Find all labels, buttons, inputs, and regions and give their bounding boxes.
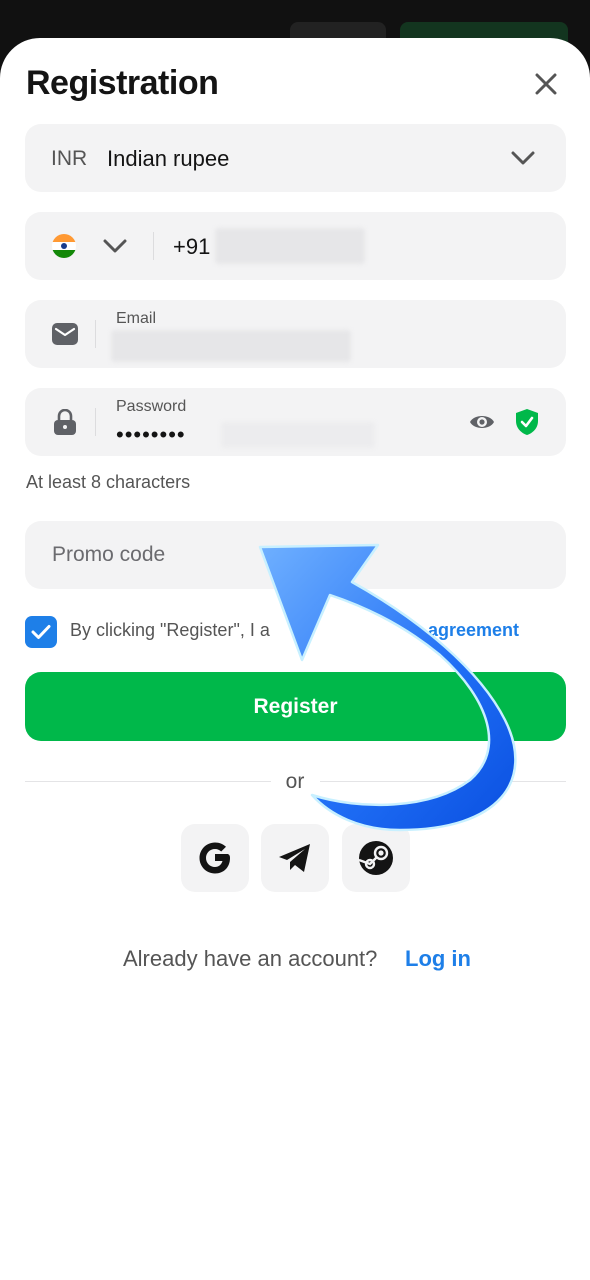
show-password-button[interactable] xyxy=(468,410,496,434)
india-flag-icon xyxy=(52,234,76,258)
password-blur xyxy=(221,422,375,448)
agreement-link[interactable]: agreement xyxy=(428,620,519,641)
promo-code-placeholder: Promo code xyxy=(52,543,166,566)
login-link[interactable]: Log in xyxy=(405,946,471,972)
close-icon xyxy=(535,73,557,95)
steam-login-button[interactable] xyxy=(342,824,410,892)
close-button[interactable] xyxy=(528,66,564,102)
telegram-icon xyxy=(279,844,310,872)
currency-code: INR xyxy=(51,147,88,170)
steam-icon xyxy=(358,841,393,875)
agreement-text: By clicking "Register", I a xyxy=(70,620,270,640)
divider xyxy=(153,232,154,260)
phone-prefix: +91 xyxy=(173,234,211,259)
shield-check-icon xyxy=(516,409,538,435)
or-divider-text: or xyxy=(285,770,305,793)
phone-field: +91 xyxy=(25,212,566,280)
currency-select[interactable]: INR Indian rupee xyxy=(25,124,566,192)
currency-name: Indian rupee xyxy=(107,146,230,171)
email-field[interactable]: Email xyxy=(25,300,566,368)
mail-icon xyxy=(52,320,78,348)
password-hint: At least 8 characters xyxy=(26,472,191,492)
password-label: Password xyxy=(116,398,187,415)
eye-icon xyxy=(470,416,494,428)
promo-code-input[interactable]: Promo code xyxy=(25,521,566,589)
email-value xyxy=(111,330,351,362)
telegram-login-button[interactable] xyxy=(261,824,329,892)
page-title: Registration xyxy=(26,64,219,102)
register-button[interactable]: Register xyxy=(25,672,566,741)
google-login-button[interactable] xyxy=(181,824,249,892)
country-code-dropdown[interactable] xyxy=(101,232,131,260)
checkmark-icon xyxy=(31,625,51,639)
email-label: Email xyxy=(116,310,157,327)
password-field[interactable]: Password •••••••• xyxy=(25,388,566,456)
account-prompt: Already have an account? xyxy=(123,946,378,971)
google-icon xyxy=(199,842,230,874)
password-value: •••••••• xyxy=(116,422,186,447)
chevron-down-icon xyxy=(511,151,535,165)
divider xyxy=(95,320,96,348)
lock-icon xyxy=(52,408,78,436)
agreement-checkbox[interactable] xyxy=(25,616,57,648)
registration-sheet: Registration INR Indian rupee +91 Email … xyxy=(0,38,590,1280)
divider xyxy=(95,408,96,436)
chevron-down-icon xyxy=(103,239,127,253)
phone-input[interactable] xyxy=(215,228,365,264)
